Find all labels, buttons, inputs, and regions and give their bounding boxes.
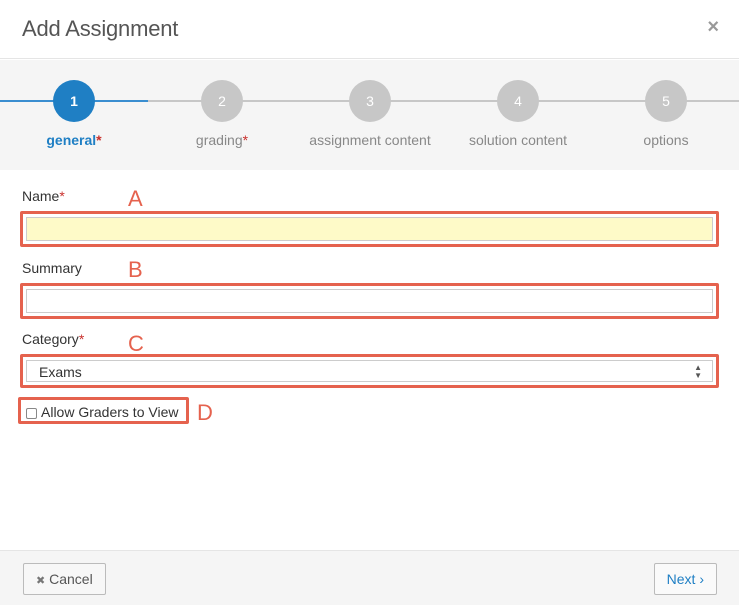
close-icon[interactable]: × xyxy=(707,16,719,38)
step-number: 1 xyxy=(53,80,95,122)
wizard-step-assignment-content[interactable]: 3 assignment content xyxy=(295,80,445,148)
cancel-icon: ✖ xyxy=(36,575,46,587)
step-number: 3 xyxy=(349,80,391,122)
annotation-box-b xyxy=(20,283,719,319)
annotation-label-b: B xyxy=(128,257,143,282)
cancel-label: Cancel xyxy=(49,571,93,587)
allow-graders-label[interactable]: Allow Graders to View xyxy=(41,404,178,420)
wizard-step-grading[interactable]: 2 grading* xyxy=(147,80,297,148)
step-label: options xyxy=(643,132,689,148)
step-number: 5 xyxy=(645,80,687,122)
cancel-button[interactable]: ✖ Cancel xyxy=(23,563,106,595)
step-label: grading* xyxy=(195,132,249,148)
step-number: 4 xyxy=(497,80,539,122)
annotation-box-d: Allow Graders to View xyxy=(18,397,189,424)
annotation-label-a: A xyxy=(128,186,143,211)
category-label: Category* xyxy=(22,331,85,347)
annotation-box-a xyxy=(20,211,719,247)
wizard-step-options[interactable]: 5 options xyxy=(591,80,739,148)
dialog-header: Add Assignment × xyxy=(0,0,739,59)
summary-label: Summary xyxy=(22,260,82,276)
annotation-box-c: Exams ▲ ▼ xyxy=(20,354,719,388)
annotation-label-d: D xyxy=(197,400,213,425)
allow-graders-checkbox[interactable] xyxy=(26,408,37,419)
next-label: Next xyxy=(666,571,696,587)
step-number: 2 xyxy=(201,80,243,122)
dialog-title: Add Assignment xyxy=(22,16,179,41)
category-selected-value: Exams xyxy=(39,364,82,380)
select-arrows-icon: ▲ ▼ xyxy=(694,363,702,380)
step-label: general* xyxy=(46,132,102,148)
step-label: assignment content xyxy=(309,132,431,148)
next-button[interactable]: Next › xyxy=(653,563,717,595)
name-input[interactable] xyxy=(26,217,713,241)
summary-input[interactable] xyxy=(26,289,713,313)
wizard-step-solution-content[interactable]: 4 solution content xyxy=(443,80,593,148)
step-label: solution content xyxy=(468,132,568,148)
wizard-steps: 1 general* 2 grading* 3 assignment conte… xyxy=(0,60,739,170)
dialog-footer: ✖ Cancel Next › xyxy=(0,550,739,605)
chevron-right-icon: › xyxy=(699,571,704,587)
wizard-step-general[interactable]: 1 general* xyxy=(0,80,149,148)
name-label: Name* xyxy=(22,188,65,204)
category-select[interactable]: Exams ▲ ▼ xyxy=(26,360,713,382)
